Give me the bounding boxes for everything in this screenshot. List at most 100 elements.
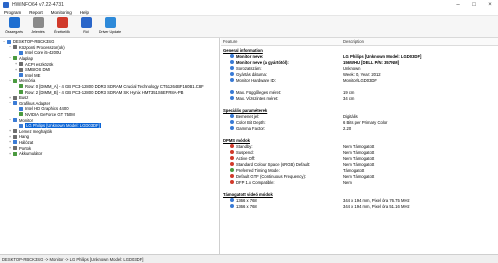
section-header[interactable]: Támogatott videó módok xyxy=(221,192,498,198)
detail-row[interactable]: Monitor Hardware ID: Monitor\LGD03DF xyxy=(221,78,498,84)
tree-item[interactable]: NVIDIA GeForce GT 750M xyxy=(14,112,75,117)
info-icon xyxy=(230,90,234,95)
detail-row[interactable]: Standby: Nem Támogatott xyxy=(221,144,498,150)
detail-row[interactable]: Color Bit Depth: 6 Bits per Primary Color xyxy=(221,120,498,126)
tree-item[interactable]: + SMBIOS DMI xyxy=(14,67,50,72)
column-header-description[interactable]: Description xyxy=(343,39,364,44)
feature-value: 2.20 xyxy=(343,125,352,131)
menu-monitoring[interactable]: Monitoring xyxy=(51,10,72,15)
section-header[interactable]: Speciális paraméterek xyxy=(221,108,498,114)
tree-item[interactable]: − Memória xyxy=(8,78,35,83)
expand-icon[interactable]: + xyxy=(8,152,12,156)
tree-item[interactable]: − Alaplap xyxy=(8,56,33,61)
device-icon xyxy=(19,112,23,117)
tree-item[interactable]: Intel HD Graphics 4400 xyxy=(14,106,69,111)
collapse-icon[interactable]: − xyxy=(8,56,12,60)
device-icon xyxy=(13,118,17,123)
detail-row[interactable]: DFP 1.x Compatible: Nem xyxy=(221,180,498,186)
close-icon[interactable]: × xyxy=(482,0,498,9)
detail-row[interactable]: Monitor neve (a gyártótól): 156WHU [DELL … xyxy=(221,60,498,66)
tree-item-label: Hálózat xyxy=(19,139,34,145)
detail-row[interactable]: Active Off: Nem Támogatott xyxy=(221,156,498,162)
menu-program[interactable]: Program xyxy=(4,10,21,15)
tree-item[interactable]: Row: 2 [DIMM_B] - 4 GB PC3-12800 DDR3 SD… xyxy=(14,89,183,95)
info-icon xyxy=(230,120,234,125)
section-header[interactable]: General information xyxy=(221,48,498,54)
detail-row[interactable]: Default GTF (Continuous Frequency): Nem T… xyxy=(221,174,498,180)
tree-item[interactable]: Row: 0 [DIMM_A] - 4 GB PC3-12800 DDR3 SD… xyxy=(14,84,204,89)
tree-item[interactable]: + ACPI eszközök xyxy=(14,61,53,67)
tree-item-label: Intel ME xyxy=(25,72,41,78)
feature-label: Standard Colour Space (sRGB) Default: xyxy=(230,162,310,167)
device-icon xyxy=(13,95,17,100)
section-title: General information xyxy=(223,48,263,53)
section-header[interactable]: DPMS módok xyxy=(221,138,498,144)
tree-item[interactable]: LG Philips [Unknown Model: LGD03DF] xyxy=(14,123,101,129)
detail-row[interactable]: Sorozatszám: Unknown xyxy=(221,66,498,72)
collapse-icon[interactable]: − xyxy=(8,45,12,49)
detail-row[interactable]: Suspend: Nem Támogatott xyxy=(221,150,498,156)
tree-item[interactable]: − Központi Processzor(ok) xyxy=(8,45,65,50)
toolbar-button-summary[interactable]: Összegzés xyxy=(2,16,26,38)
tree-item[interactable]: + Lemez meghajtók xyxy=(8,129,52,134)
feature-value: LG Philips [Unknown Model: LGD03DF] xyxy=(343,53,422,59)
collapse-icon[interactable]: − xyxy=(8,118,12,122)
detail-row[interactable]: 1366 x 768 344 x 194 mm, Pixel óra 51.16 … xyxy=(221,204,498,210)
column-header-feature[interactable]: Feature xyxy=(223,39,237,44)
tree-item[interactable]: + Busz xyxy=(8,95,28,100)
device-icon xyxy=(7,39,11,44)
tree-item[interactable]: Intel ME xyxy=(14,73,40,78)
window-controls: – □ × xyxy=(450,0,498,9)
tree-item[interactable]: − Grafikus Adapter xyxy=(8,101,50,106)
tree-item[interactable]: + Akkumulátor xyxy=(8,151,42,156)
expand-icon[interactable]: + xyxy=(14,68,18,72)
expand-icon[interactable]: + xyxy=(14,62,18,66)
toolbar-button-about[interactable]: Ról xyxy=(74,16,98,38)
toolbar-button-sensors[interactable]: Érzékelők xyxy=(50,16,74,38)
detail-row[interactable]: Preferred Timing Mode: Támogatott xyxy=(221,168,498,174)
feature-text: Gamma Factor: xyxy=(236,125,266,131)
detail-row[interactable]: Standard Colour Space (sRGB) Default: Nem… xyxy=(221,162,498,168)
menu-help[interactable]: Help xyxy=(80,10,89,15)
detail-row[interactable]: Bemenet jel: Digitális xyxy=(221,114,498,120)
feature-text: Bemenet jel: xyxy=(236,113,260,119)
collapse-icon[interactable]: − xyxy=(2,40,6,44)
detail-row[interactable]: Max. Vízszintes méret: 34 cm xyxy=(221,96,498,102)
expand-icon[interactable]: + xyxy=(8,140,12,144)
detail-row[interactable]: Monitor neve: LG Philips [Unknown Model: … xyxy=(221,54,498,60)
detail-row[interactable]: Gyártás dátuma: Week: 0, Year: 2012 xyxy=(221,72,498,78)
info-icon xyxy=(230,78,234,83)
expand-icon[interactable]: + xyxy=(8,129,12,133)
feature-text: Gyártás dátuma: xyxy=(236,71,267,77)
toolbar-button-label: Driver Update xyxy=(98,30,122,34)
tree-item-label: Intel Core i5-4200U xyxy=(25,50,62,56)
collapse-icon[interactable]: − xyxy=(8,79,12,83)
unsupported-icon xyxy=(230,180,234,185)
expand-icon[interactable]: + xyxy=(8,96,12,100)
status-path: DESKTOP-RBCK3SG -> Monitor -> LG Philips… xyxy=(2,256,144,262)
feature-value: 19 cm xyxy=(343,89,355,95)
expand-icon[interactable]: + xyxy=(8,146,12,150)
report-icon xyxy=(32,17,44,28)
expand-icon[interactable]: + xyxy=(8,135,12,139)
detail-row[interactable]: Gamma Factor: 2.20 xyxy=(221,126,498,132)
feature-value: Nem Támogatott xyxy=(343,143,375,149)
tree-item[interactable]: − Monitor xyxy=(8,117,33,123)
toolbar-button-driver-update[interactable]: Driver Update xyxy=(98,16,122,38)
minimize-icon[interactable]: – xyxy=(450,0,466,9)
tree-item[interactable]: + Hálózat xyxy=(8,140,33,145)
detail-row[interactable]: 1366 x 768 344 x 194 mm, Pixel óra 76.75 … xyxy=(221,198,498,204)
detail-row[interactable]: Max. Függőleges méret: 19 cm xyxy=(221,90,498,96)
collapse-icon[interactable]: − xyxy=(8,101,12,105)
toolbar-button-report[interactable]: Jelentés xyxy=(26,16,50,38)
feature-text: Támogatott videó módok xyxy=(223,191,273,197)
feature-text: Standard Colour Space (sRGB) Default: xyxy=(236,161,311,167)
tree-item[interactable]: + Hang xyxy=(8,134,29,139)
tree-item[interactable]: − DESKTOP-RBCK3SG xyxy=(2,39,54,44)
tree-item-label: Portok xyxy=(19,145,32,151)
tree-item[interactable]: Intel Core i5-4200U xyxy=(14,50,61,55)
menu-report[interactable]: Report xyxy=(29,10,43,15)
maximize-icon[interactable]: □ xyxy=(466,0,482,9)
tree-item[interactable]: + Portok xyxy=(8,145,32,151)
